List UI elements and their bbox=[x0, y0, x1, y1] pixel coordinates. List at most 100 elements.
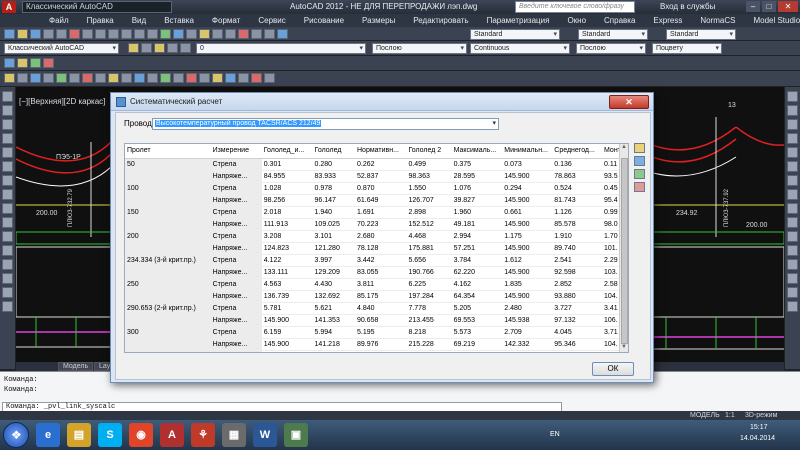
zoom-prev-icon[interactable] bbox=[186, 29, 197, 39]
autocad-logo-icon[interactable]: A bbox=[2, 1, 16, 13]
status-3d-mode[interactable]: 3D-режим bbox=[745, 411, 777, 420]
sheetset-icon[interactable] bbox=[238, 29, 249, 39]
table-row[interactable]: 250 Стрела 4.563 4.430 3.811 6.225 4.162 1.835 2… bbox=[125, 278, 628, 291]
minimize-icon[interactable]: – bbox=[746, 1, 760, 12]
ie-icon[interactable]: e bbox=[36, 423, 60, 447]
break-icon[interactable] bbox=[147, 73, 158, 83]
designcenter-icon[interactable] bbox=[212, 29, 223, 39]
tool-region-icon[interactable] bbox=[2, 273, 13, 284]
close-icon[interactable]: ✕ bbox=[778, 1, 798, 12]
copy-icon[interactable] bbox=[95, 29, 106, 39]
autocad-task-icon[interactable]: A bbox=[160, 423, 184, 447]
scroll-thumb[interactable] bbox=[621, 158, 628, 344]
scroll-up-icon[interactable]: ▲ bbox=[620, 144, 628, 152]
tool-mirror-icon[interactable] bbox=[787, 119, 798, 130]
tool-break-icon[interactable] bbox=[787, 245, 798, 256]
start-button[interactable] bbox=[3, 422, 29, 448]
column-header[interactable]: Гололед_и... bbox=[261, 144, 313, 159]
undo-icon[interactable] bbox=[134, 29, 145, 39]
lineweight-combo[interactable]: Послою bbox=[576, 43, 646, 54]
tool-array-icon[interactable] bbox=[787, 147, 798, 158]
redo-icon[interactable] bbox=[147, 29, 158, 39]
column-header[interactable]: Гололед bbox=[312, 144, 355, 159]
arc-icon[interactable] bbox=[43, 58, 54, 68]
array-icon[interactable] bbox=[56, 73, 67, 83]
column-header[interactable]: Нормативн... bbox=[355, 144, 407, 159]
toolpalette-icon[interactable] bbox=[225, 29, 236, 39]
column-header[interactable]: Максималь... bbox=[451, 144, 503, 159]
table-row[interactable]: Напряже... 133.111 129.209 83.055 190.766 62.… bbox=[125, 266, 628, 279]
paste-icon[interactable] bbox=[108, 29, 119, 39]
menu-express[interactable]: Express bbox=[644, 16, 691, 25]
column-header[interactable]: Пролет bbox=[125, 144, 211, 159]
tool-rotate-icon[interactable] bbox=[787, 175, 798, 186]
mirror-icon[interactable] bbox=[30, 73, 41, 83]
table-row[interactable]: 200 Стрела 3.208 3.101 2.680 4.468 2.994 1.175 1… bbox=[125, 230, 628, 243]
preview-icon[interactable] bbox=[56, 29, 67, 39]
skype-icon[interactable]: S bbox=[98, 423, 122, 447]
table-row[interactable]: 350Стрела8.3848.1987.32210.7567.7514.235… bbox=[125, 350, 628, 352]
scroll-down-icon[interactable]: ▼ bbox=[620, 344, 628, 352]
table-row[interactable]: 234.334 (3-й крит.пр.) Стрела 4.122 3.997 3.… bbox=[125, 254, 628, 267]
viewport-label[interactable]: [−][Верхняя][2D каркас] bbox=[19, 97, 105, 106]
dialog-titlebar[interactable]: Систематический расчет ✕ bbox=[111, 93, 653, 111]
tool-polygon-icon[interactable] bbox=[2, 133, 13, 144]
workspace-combo[interactable]: Классический AutoCAD bbox=[4, 43, 119, 54]
ok-button[interactable]: ОК bbox=[592, 362, 634, 376]
menu-parametric[interactable]: Параметризация bbox=[478, 16, 559, 25]
polyline-icon[interactable] bbox=[17, 58, 28, 68]
tool-trim-icon[interactable] bbox=[787, 217, 798, 228]
table-row[interactable]: 150 Стрела 2.018 1.940 1.691 2.898 1.960 0.661 1… bbox=[125, 206, 628, 219]
color-combo[interactable]: Послою bbox=[372, 43, 467, 54]
menu-file[interactable]: Файл bbox=[40, 16, 78, 25]
zoom-icon[interactable] bbox=[173, 29, 184, 39]
tool-offset-icon[interactable] bbox=[787, 133, 798, 144]
tool-extend-icon[interactable] bbox=[787, 231, 798, 242]
tab-model[interactable]: Модель bbox=[58, 362, 94, 371]
text-style-combo[interactable]: Standard bbox=[470, 29, 560, 40]
markup-icon[interactable] bbox=[251, 29, 262, 39]
copy-obj-icon[interactable] bbox=[17, 73, 28, 83]
scale-icon[interactable] bbox=[95, 73, 106, 83]
tool-scale-icon[interactable] bbox=[787, 189, 798, 200]
search-input[interactable]: Введите ключевое слово/фразу bbox=[515, 1, 635, 13]
table-row[interactable]: Напряже... 84.955 83.933 52.837 98.363 28.595… bbox=[125, 170, 628, 183]
layer-combo[interactable]: 0 bbox=[196, 43, 366, 54]
tool-table-icon[interactable] bbox=[2, 287, 13, 298]
menu-dimension[interactable]: Размеры bbox=[353, 16, 404, 25]
wire-select[interactable]: Высокотемпературный провод TACSR/ACS 212… bbox=[152, 118, 499, 130]
menu-modify[interactable]: Редактировать bbox=[404, 16, 477, 25]
tool-block-icon[interactable] bbox=[2, 231, 13, 242]
language-indicator[interactable]: EN bbox=[550, 431, 560, 438]
table-row[interactable]: 290.653 (2-й крит.пр.) Стрела 5.781 5.621 4.… bbox=[125, 302, 628, 315]
explode-icon[interactable] bbox=[199, 73, 210, 83]
bulb-icon[interactable] bbox=[154, 43, 165, 53]
copy-table-icon[interactable] bbox=[634, 156, 645, 166]
table-style-combo[interactable]: Standard bbox=[666, 29, 736, 40]
tool-circle-icon[interactable] bbox=[2, 175, 13, 186]
column-header[interactable]: Измерение bbox=[210, 144, 262, 159]
chart-icon[interactable] bbox=[634, 182, 645, 192]
circle-icon[interactable] bbox=[30, 58, 41, 68]
chrome-icon[interactable]: ◉ bbox=[129, 423, 153, 447]
profile-icon[interactable] bbox=[225, 73, 236, 83]
open-icon[interactable] bbox=[17, 29, 28, 39]
report-icon[interactable] bbox=[264, 73, 275, 83]
tool-chamfer-icon[interactable] bbox=[787, 273, 798, 284]
print-icon[interactable] bbox=[43, 29, 54, 39]
menu-tools[interactable]: Сервис bbox=[249, 16, 294, 25]
line-icon[interactable] bbox=[4, 58, 15, 68]
tool-explode-icon[interactable] bbox=[787, 301, 798, 312]
tool-ellipse-icon[interactable] bbox=[2, 217, 13, 228]
stretch-icon[interactable] bbox=[108, 73, 119, 83]
menu-insert[interactable]: Вставка bbox=[155, 16, 203, 25]
menu-help[interactable]: Справка bbox=[595, 16, 644, 25]
maximize-icon[interactable]: □ bbox=[762, 1, 776, 12]
tool-fillet-icon[interactable] bbox=[787, 287, 798, 298]
table-row[interactable]: 50 Стрела 0.301 0.280 0.262 0.499 0.375 0.073 0.… bbox=[125, 158, 628, 171]
join-icon[interactable] bbox=[160, 73, 171, 83]
layer-state-icon[interactable] bbox=[141, 43, 152, 53]
offset-icon[interactable] bbox=[43, 73, 54, 83]
calc-icon[interactable] bbox=[264, 29, 275, 39]
word-icon[interactable]: W bbox=[253, 423, 277, 447]
